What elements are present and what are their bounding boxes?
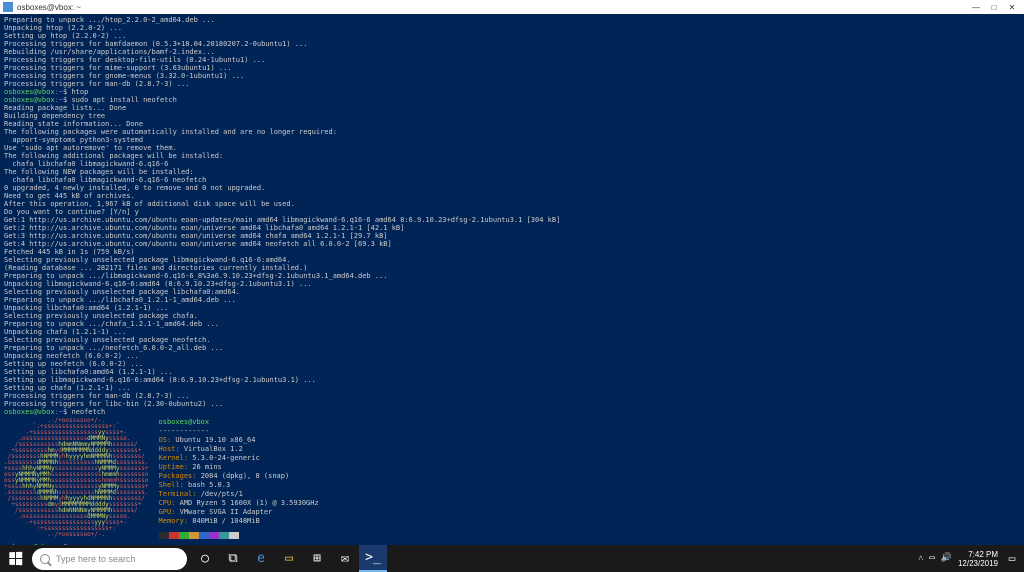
output-line: Selecting previously unselected package … [4,336,1020,344]
start-button[interactable] [0,545,30,572]
output-line: Processing triggers for libc-bin (2.30-0… [4,400,1020,408]
output-line: Processing triggers for man-db (2.8.7-3)… [4,80,1020,88]
output-line: chafa libchafa0 libmagickwand-6.q16-6 ne… [4,176,1020,184]
terminal-window: osboxes@vbox: ~ — □ ✕ Preparing to unpac… [0,0,1024,545]
taskbar[interactable]: Type here to search ○ ⧉ e ▭ ⊞ ✉ >_ ˄ ▭ 🔊… [0,545,1024,572]
output-line: Rebuilding /usr/share/applications/bamf-… [4,48,1020,56]
output-line: Preparing to unpack .../chafa_1.2.1-1_am… [4,320,1020,328]
output-line: Processing triggers for man-db (2.8.7-3)… [4,392,1020,400]
output-line: Reading package lists... Done [4,104,1020,112]
system-tray: ˄ ▭ 🔊 7:42 PM 12/23/2019 ▭ [918,545,1024,572]
output-line: Unpacking chafa (1.2.1-1) ... [4,328,1020,336]
ubuntu-ascii-logo: .-/+oossssoo+/-. `:+ssssssssssssssssss+:… [4,418,149,539]
output-line: (Reading database ... 282171 files and d… [4,264,1020,272]
sysinfo-row: OS: Ubuntu 19.10 x86_64 [159,436,319,445]
system-info: osboxes@vbox ------------ OS: Ubuntu 19.… [159,418,319,539]
output-line: Processing triggers for mime-support (3.… [4,64,1020,72]
output-line: Selecting previously unselected package … [4,288,1020,296]
output-line: Use 'sudo apt autoremove' to remove them… [4,144,1020,152]
output-line: Selecting previously unselected package … [4,312,1020,320]
sysinfo-row: CPU: AMD Ryzen 5 1600X (1) @ 3.5930GHz [159,499,319,508]
output-line: Preparing to unpack .../libchafa0_1.2.1-… [4,296,1020,304]
output-line: The following NEW packages will be insta… [4,168,1020,176]
prompt-user: osboxes@vbox [4,408,55,416]
neofetch-output: .-/+oossssoo+/-. `:+ssssssssssssssssss+:… [4,418,1020,539]
output-line: Setting up htop (2.2.0-2) ... [4,32,1020,40]
titlebar[interactable]: osboxes@vbox: ~ — □ ✕ [0,0,1024,14]
sysinfo-row: Uptime: 26 mins [159,463,319,472]
window-title: osboxes@vbox: ~ [17,3,967,12]
window-controls: — □ ✕ [967,1,1021,13]
output-line: The following additional packages will b… [4,152,1020,160]
output-line: Get:1 http://us.archive.ubuntu.com/ubunt… [4,216,1020,224]
tray-chevron-icon[interactable]: ˄ [918,553,923,564]
sysinfo-row: Terminal: /dev/pts/1 [159,490,319,499]
output-line: Fetched 445 kB in 1s (759 kB/s) [4,248,1020,256]
output-line: Processing triggers for bamfdaemon (0.5.… [4,40,1020,48]
sysinfo-row: Shell: bash 5.0.3 [159,481,319,490]
output-line: Get:2 http://us.archive.ubuntu.com/ubunt… [4,224,1020,232]
minimize-button[interactable]: — [967,1,985,13]
output-line: 0 upgraded, 4 newly installed, 0 to remo… [4,184,1020,192]
output-line: Processing triggers for desktop-file-uti… [4,56,1020,64]
output-line: Setting up libchafa0:amd64 (1.2.1-1) ... [4,368,1020,376]
prompt-user: osboxes@vbox [4,88,55,96]
sysinfo-row: Kernel: 5.3.0-24-generic [159,454,319,463]
file-explorer-icon[interactable]: ▭ [275,545,303,572]
close-button[interactable]: ✕ [1003,1,1021,13]
network-icon[interactable]: ▭ [929,553,934,564]
prompt-user: osboxes@vbox [4,96,55,104]
clock[interactable]: 7:42 PM 12/23/2019 [958,550,998,568]
sysinfo-row: Packages: 2084 (dpkg), 8 (snap) [159,472,319,481]
output-line: Unpacking libchafa0:amd64 (1.2.1-1) ... [4,304,1020,312]
task-view-icon[interactable]: ⧉ [219,545,247,572]
edge-icon[interactable]: e [247,545,275,572]
maximize-button[interactable]: □ [985,1,1003,13]
sysinfo-row: Memory: 840MiB / 1048MiB [159,517,319,526]
notification-icon[interactable]: ▭ [1002,545,1022,572]
output-line: The following packages were automaticall… [4,128,1020,136]
output-line: Setting up neofetch (6.0.0-2) ... [4,360,1020,368]
color-palette [159,532,319,539]
output-line: After this operation, 1,967 kB of additi… [4,200,1020,208]
output-line: Preparing to unpack .../neofetch_6.0.0-2… [4,344,1020,352]
output-line: Selecting previously unselected package … [4,256,1020,264]
volume-icon[interactable]: 🔊 [941,553,952,564]
output-line: Unpacking neofetch (6.0.0-2) ... [4,352,1020,360]
output-line: Unpacking htop (2.2.0-2) ... [4,24,1020,32]
powershell-icon[interactable]: >_ [359,545,387,572]
sysinfo-hostname: osboxes@vbox [159,418,210,426]
output-line: Do you want to continue? [Y/n] y [4,208,1020,216]
output-line: Get:3 http://us.archive.ubuntu.com/ubunt… [4,232,1020,240]
window-icon [3,2,13,12]
output-line: Unpacking libmagickwand-6.q16-6:amd64 (8… [4,280,1020,288]
sysinfo-row: GPU: VMware SVGA II Adapter [159,508,319,517]
output-line: Setting up chafa (1.2.1-1) ... [4,384,1020,392]
task-icons: ○ ⧉ e ▭ ⊞ ✉ >_ [191,545,387,572]
output-line: Preparing to unpack .../libmagickwand-6.… [4,272,1020,280]
windows-logo-icon [9,552,22,566]
output-line: apport-symptoms python3-systemd [4,136,1020,144]
cortana-icon[interactable]: ○ [191,545,219,572]
search-input[interactable]: Type here to search [32,548,187,570]
output-line: Setting up libmagickwand-6.q16-6:amd64 (… [4,376,1020,384]
output-line: Reading state information... Done [4,120,1020,128]
mail-icon[interactable]: ✉ [331,545,359,572]
search-icon [40,554,50,564]
output-line: Get:4 http://us.archive.ubuntu.com/ubunt… [4,240,1020,248]
output-line: Processing triggers for gnome-menus (3.3… [4,72,1020,80]
output-line: Preparing to unpack .../htop_2.2.0-2_amd… [4,16,1020,24]
output-line: chafa libchafa0 libmagickwand-6.q16-6 [4,160,1020,168]
sysinfo-row: Host: VirtualBox 1.2 [159,445,319,454]
output-line: Need to get 445 kB of archives. [4,192,1020,200]
store-icon[interactable]: ⊞ [303,545,331,572]
output-line: Building dependency tree [4,112,1020,120]
terminal-output[interactable]: Preparing to unpack .../htop_2.2.0-2_amd… [0,14,1024,545]
